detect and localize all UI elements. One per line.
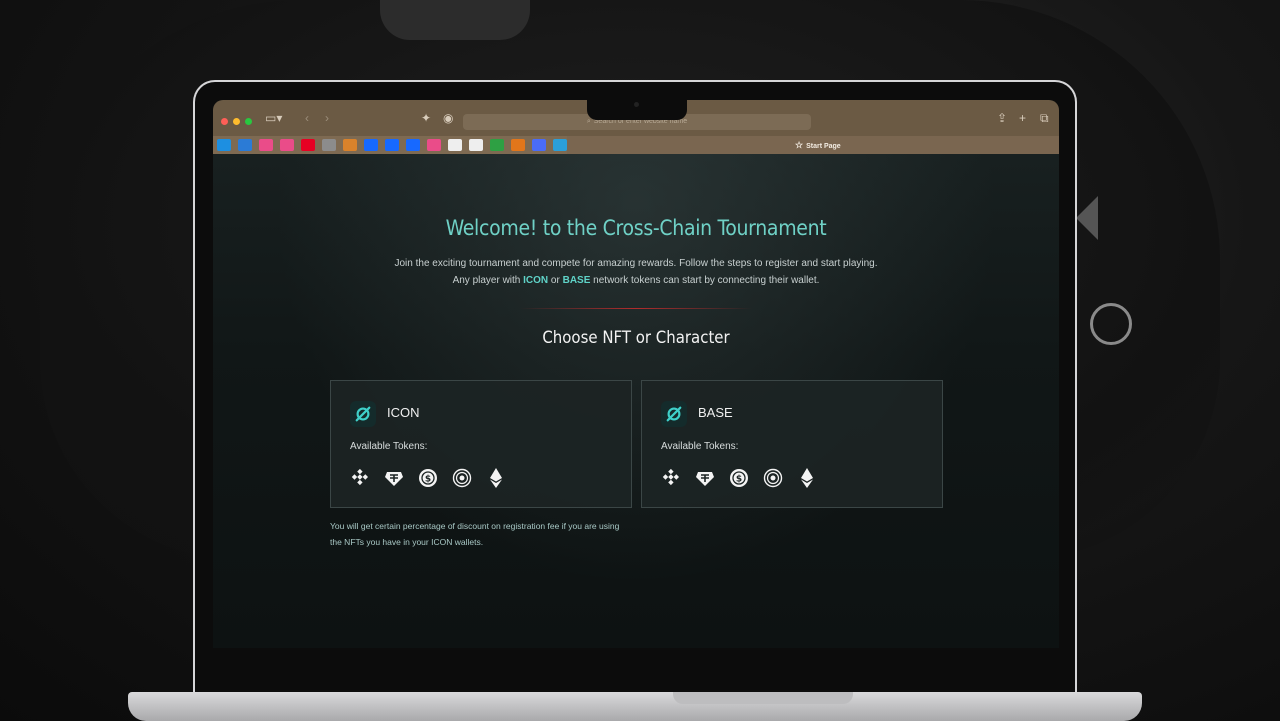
intro-part: network tokens can start by connecting t…: [590, 275, 820, 286]
base-highlight: BASE: [562, 275, 591, 286]
available-tokens-label: Available Tokens:: [661, 441, 739, 452]
background-knob: [380, 0, 530, 40]
favorites-bar: ☆ Start Page: [213, 136, 1059, 154]
svg-text:$: $: [425, 475, 431, 485]
vscode-icon[interactable]: [238, 139, 252, 151]
background-ring: [1090, 303, 1132, 345]
available-tokens-label: Available Tokens:: [350, 441, 428, 452]
search-icon: ⌕: [586, 118, 591, 125]
sushi-icon: [763, 468, 783, 488]
base-network-icon: [661, 401, 687, 427]
star-icon: ☆: [795, 140, 804, 150]
usdc-icon: $: [418, 468, 438, 488]
bnb-icon: [350, 468, 370, 488]
drop-icon[interactable]: [553, 139, 567, 151]
token-list: $: [350, 468, 506, 488]
dribbble-icon[interactable]: [280, 139, 294, 151]
camera-icon: [634, 102, 639, 107]
pinterest-icon[interactable]: [301, 139, 315, 151]
laptop-lid: ▭▾ ‹ › ✦ ◉ ⌕ Search or enter website name…: [193, 80, 1077, 696]
page-title: Welcome! to the Cross-Chain Tournament: [445, 216, 827, 240]
triangle-icon[interactable]: [532, 139, 546, 151]
share-icon[interactable]: ⇪: [997, 112, 1007, 124]
extension-icon[interactable]: ✦: [421, 112, 431, 124]
dribbble-icon[interactable]: [427, 139, 441, 151]
sidebar-toggle-icon[interactable]: ▭▾: [265, 112, 282, 124]
tab-label: Start Page: [806, 143, 841, 150]
behance-icon[interactable]: [406, 139, 420, 151]
card-title: ICON: [387, 405, 420, 420]
minimize-button[interactable]: [233, 118, 240, 125]
cloud-icon[interactable]: [217, 139, 231, 151]
usdc-icon: $: [729, 468, 749, 488]
tournament-page: Welcome! to the Cross-Chain Tournament J…: [213, 154, 1059, 648]
svg-text:$: $: [736, 475, 742, 485]
discount-note: You will get certain percentage of disco…: [330, 521, 620, 547]
forward-icon[interactable]: ›: [325, 112, 329, 124]
window-controls: [221, 118, 252, 125]
token-list: $: [661, 468, 817, 488]
network-card-icon[interactable]: ICON Available Tokens: $: [330, 380, 632, 508]
fox-icon[interactable]: [511, 139, 525, 151]
nyt-icon[interactable]: [469, 139, 483, 151]
palm-icon[interactable]: [490, 139, 504, 151]
close-button[interactable]: [221, 118, 228, 125]
tab-overview-icon[interactable]: ⧉: [1040, 112, 1049, 124]
dribbble-icon[interactable]: [259, 139, 273, 151]
eth-icon: [486, 468, 506, 488]
camera-notch: [587, 98, 687, 120]
laptop-bezel: ▭▾ ‹ › ✦ ◉ ⌕ Search or enter website name…: [195, 82, 1075, 694]
laptop-base: [128, 692, 1142, 721]
card-title: BASE: [698, 405, 733, 420]
bnb-icon: [661, 468, 681, 488]
back-icon[interactable]: ‹: [305, 112, 309, 124]
background-triangle: [1076, 196, 1098, 240]
new-tab-icon[interactable]: +: [1019, 112, 1026, 124]
eth-icon: [797, 468, 817, 488]
usdt-icon: [384, 468, 404, 488]
icon-highlight: ICON: [523, 275, 549, 286]
zoom-button[interactable]: [245, 118, 252, 125]
tab-start-page[interactable]: ☆ Start Page: [795, 136, 841, 154]
sushi-icon: [452, 468, 472, 488]
network-card-base[interactable]: BASE Available Tokens: $: [641, 380, 943, 508]
burger-icon[interactable]: [343, 139, 357, 151]
behance-icon[interactable]: [385, 139, 399, 151]
icon-network-icon: [350, 401, 376, 427]
laptop-lip: [673, 692, 853, 704]
intro-part: or: [548, 275, 563, 286]
usdt-icon: [695, 468, 715, 488]
clapper-icon[interactable]: [448, 139, 462, 151]
divider: [520, 308, 752, 309]
intro-text: Join the exciting tournament and compete…: [393, 255, 879, 289]
grammarly-icon[interactable]: ◉: [443, 112, 453, 124]
screen: ▭▾ ‹ › ✦ ◉ ⌕ Search or enter website name…: [213, 100, 1059, 648]
p-icon[interactable]: [322, 139, 336, 151]
choose-heading: Choose NFT or Character: [542, 328, 730, 348]
behance-icon[interactable]: [364, 139, 378, 151]
bookmark-strip: [213, 136, 567, 154]
